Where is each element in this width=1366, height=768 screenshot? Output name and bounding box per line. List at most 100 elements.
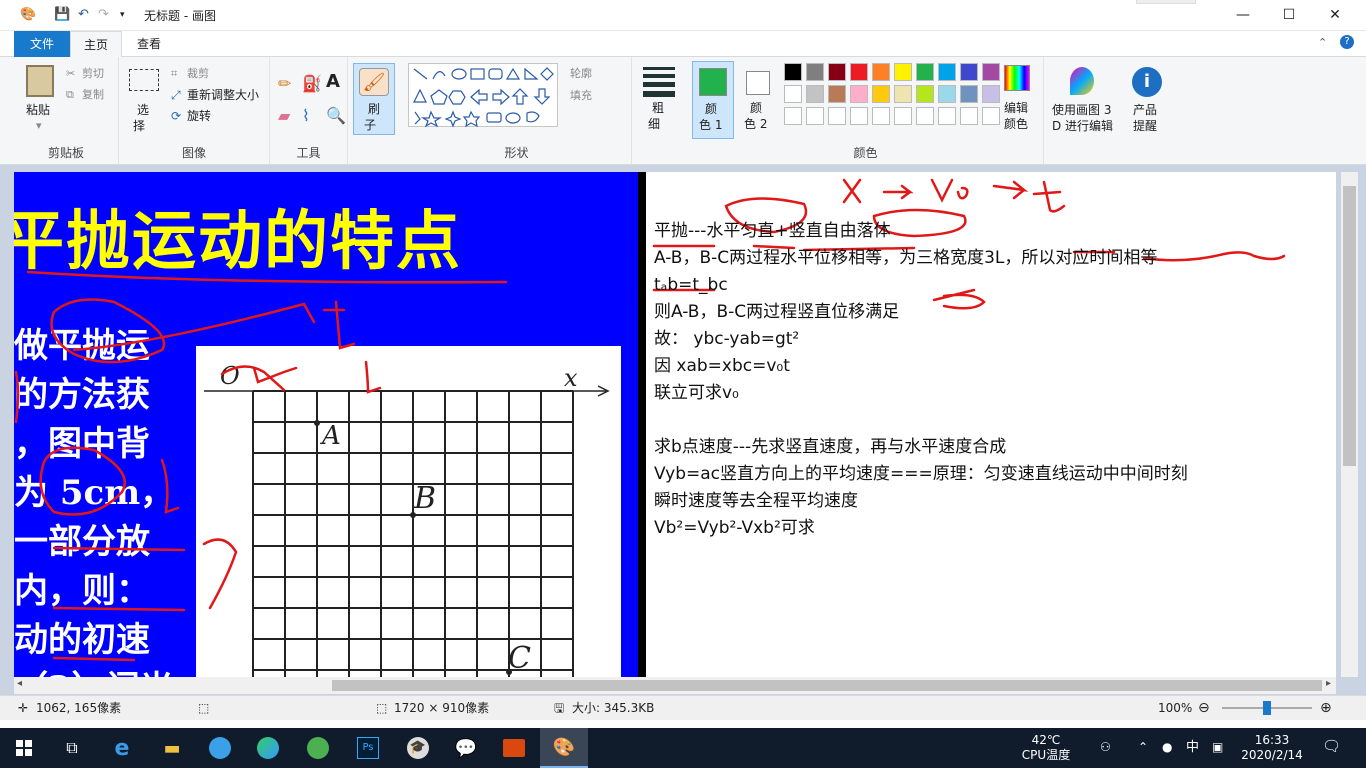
file-explorer-icon[interactable]: ▬ <box>148 728 196 768</box>
paint-taskbar-icon[interactable]: 🎨 <box>540 728 588 768</box>
rotate-button[interactable]: 旋转 <box>187 107 211 125</box>
paint-app-icon[interactable]: 🎨 <box>20 6 36 24</box>
shapes-gallery[interactable] <box>408 63 558 128</box>
eraser-icon[interactable]: ▰ <box>278 107 290 125</box>
cursor-position: 1062, 165像素 <box>36 701 122 715</box>
zoom-slider-thumb[interactable] <box>1263 701 1271 715</box>
palette-swatch-empty[interactable] <box>828 107 846 125</box>
palette-swatch[interactable] <box>872 85 890 103</box>
vertical-scrollbar[interactable] <box>1341 172 1358 677</box>
palette-swatch[interactable] <box>938 85 956 103</box>
palette-swatch[interactable] <box>850 63 868 81</box>
close-button[interactable]: ✕ <box>1312 0 1358 31</box>
shapes-label: 形状 <box>504 146 529 160</box>
wechat-tray-icon[interactable]: ● <box>1162 740 1172 755</box>
clock[interactable]: 16:33 2020/2/14 <box>1240 733 1304 763</box>
redo-icon[interactable]: ↷ <box>98 6 109 24</box>
palette-swatch-empty[interactable] <box>938 107 956 125</box>
ie-icon[interactable] <box>196 728 244 768</box>
zoom-in-button[interactable]: ⊕ <box>1320 696 1332 720</box>
palette-swatch[interactable] <box>894 63 912 81</box>
palette-swatch[interactable] <box>916 85 934 103</box>
brushes-button[interactable]: 🖌 刷 子 <box>353 63 395 135</box>
palette-swatch[interactable] <box>806 85 824 103</box>
cpu-temp[interactable]: 42℃ CPU温度 <box>1016 733 1076 763</box>
palette-swatch[interactable] <box>894 85 912 103</box>
tab-file[interactable]: 文件 <box>14 31 70 57</box>
undo-icon[interactable]: ↶ <box>78 6 89 24</box>
palette-swatch-empty[interactable] <box>982 107 1000 125</box>
zoom-out-button[interactable]: ⊖ <box>1198 696 1210 720</box>
palette-swatch[interactable] <box>960 63 978 81</box>
user-tray-icon[interactable]: ▣ <box>1212 740 1223 755</box>
palette-swatch-empty[interactable] <box>916 107 934 125</box>
drawing-canvas[interactable]: 平抛运动的特点 做平抛运 的方法获 ，图中背 为 5cm， 一部分放 内，则： … <box>14 172 1336 677</box>
palette-swatch[interactable] <box>938 63 956 81</box>
crop-button[interactable]: 裁剪 <box>187 65 209 83</box>
palette-swatch[interactable] <box>916 63 934 81</box>
edit-colors-label-2[interactable]: 颜色 <box>1004 115 1028 133</box>
text-icon[interactable]: A <box>326 73 340 91</box>
palette-swatch[interactable] <box>806 63 824 81</box>
palette-swatch-empty[interactable] <box>872 107 890 125</box>
help-icon[interactable]: ? <box>1340 35 1354 49</box>
minimize-button[interactable]: — <box>1220 0 1266 31</box>
office-icon[interactable] <box>490 728 538 768</box>
tab-view[interactable]: 查看 <box>124 31 174 57</box>
horizontal-scrollbar[interactable]: ◂ ▸ <box>14 677 1336 694</box>
notification-icon[interactable]: 🗨 <box>1322 739 1341 754</box>
fill-icon[interactable]: ⛽ <box>302 75 322 93</box>
outline-button[interactable]: 轮廓 <box>570 65 592 83</box>
fill-button[interactable]: 填充 <box>570 87 592 105</box>
palette-swatch-empty[interactable] <box>960 107 978 125</box>
palette-swatch[interactable] <box>872 63 890 81</box>
palette-swatch[interactable] <box>982 85 1000 103</box>
media-player-icon[interactable] <box>244 728 292 768</box>
pencil-icon[interactable]: ✏ <box>278 75 291 93</box>
wechat-icon[interactable]: 💬 <box>442 728 490 768</box>
palette-swatch-empty[interactable] <box>894 107 912 125</box>
paint3d-button[interactable]: 使用画图 3 D 进行编辑 <box>1046 61 1118 141</box>
graduation-app-icon[interactable]: 🎓 <box>394 728 442 768</box>
edit-colors-icon[interactable] <box>1004 65 1030 91</box>
size-button[interactable]: 粗 细 <box>638 63 682 135</box>
product-alerts-button[interactable]: i 产品 提醒 <box>1124 61 1170 141</box>
select-button-line2[interactable]: 择 <box>133 117 145 135</box>
palette-swatch[interactable] <box>784 85 802 103</box>
palette-swatch[interactable] <box>850 85 868 103</box>
magnifier-icon[interactable]: 🔍 <box>326 107 346 125</box>
photoshop-icon[interactable]: Ps <box>344 728 392 768</box>
maximize-button[interactable]: ☐ <box>1266 0 1312 31</box>
browser-icon[interactable] <box>294 728 342 768</box>
copy-icon: ⧉ <box>66 88 74 101</box>
cut-button[interactable]: 剪切 <box>82 65 104 83</box>
palette-swatch-empty[interactable] <box>784 107 802 125</box>
tab-home[interactable]: 主页 <box>70 31 122 58</box>
palette-swatch[interactable] <box>960 85 978 103</box>
save-icon[interactable]: 💾 <box>54 6 70 24</box>
edge-icon[interactable]: e <box>98 728 146 768</box>
start-button[interactable] <box>0 728 48 768</box>
color2-button[interactable]: 颜 色 2 <box>738 61 780 139</box>
palette-swatch[interactable] <box>828 85 846 103</box>
resize-button[interactable]: 重新调整大小 <box>187 86 259 104</box>
note-line: 瞬时速度等去全程平均速度 <box>654 491 858 511</box>
copy-button[interactable]: 复制 <box>82 86 104 104</box>
image-group: 选 择 ⌗ 裁剪 ⤢ 重新调整大小 ⟳ 旋转 图像 <box>119 57 270 165</box>
show-hidden-icon[interactable]: ⌃ <box>1138 740 1148 755</box>
palette-swatch[interactable] <box>828 63 846 81</box>
palette-swatch[interactable] <box>982 63 1000 81</box>
task-view-icon[interactable]: ⧉ <box>48 728 96 768</box>
collapse-ribbon-icon[interactable]: ⌃ <box>1318 36 1327 49</box>
title-bar: 🎨 💾 ↶ ↷ ▾ 无标题 - 画图 — ☐ ✕ <box>0 0 1366 31</box>
palette-swatch-empty[interactable] <box>806 107 824 125</box>
palette-swatch-empty[interactable] <box>850 107 868 125</box>
customize-toolbar-icon[interactable]: ▾ <box>120 6 125 24</box>
ime-indicator[interactable]: 中 <box>1186 740 1199 755</box>
color-picker-icon[interactable]: ⌇ <box>302 107 310 125</box>
people-icon[interactable]: ⚇ <box>1100 740 1111 755</box>
ribbon-tabs: 文件 主页 查看 ⌃ ? <box>0 31 1366 58</box>
color1-button[interactable]: 颜 色 1 <box>692 61 734 139</box>
product-alerts-label-2: 提醒 <box>1133 119 1158 133</box>
palette-swatch[interactable] <box>784 63 802 81</box>
